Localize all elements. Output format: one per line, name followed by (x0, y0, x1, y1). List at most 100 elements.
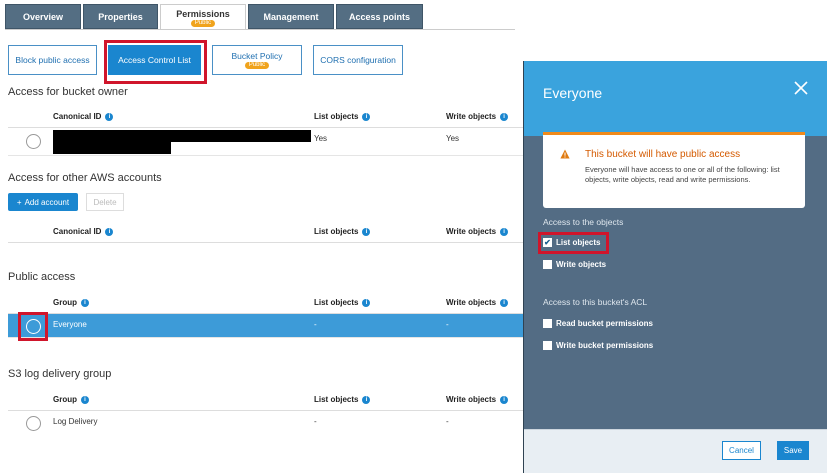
table-row-everyone[interactable]: Everyone - - (8, 314, 523, 338)
col-group: Group i (53, 395, 89, 404)
col-write-objects: Write objects i (446, 112, 509, 121)
group-name: Log Delivery (53, 417, 98, 426)
row-radio[interactable] (26, 319, 41, 334)
table-row[interactable]: Yes Yes (8, 128, 523, 156)
owner-table-header: Canonical ID i List objects i Write object… (8, 106, 523, 128)
col-canonical-id: Canonical ID i (53, 112, 114, 121)
owner-section-title: Access for bucket owner (8, 86, 128, 98)
public-access-alert: This bucket will have public access Ever… (543, 135, 805, 208)
public-badge: Public (244, 62, 270, 69)
block-public-access-button[interactable]: Block public access (8, 45, 97, 75)
redacted-id (53, 130, 311, 142)
info-icon[interactable]: i (362, 395, 371, 404)
acl-access-label: Access to this bucket's ACL (543, 297, 648, 307)
log-delivery-title: S3 log delivery group (8, 368, 112, 380)
info-icon[interactable]: i (362, 298, 371, 307)
col-write-objects: Write objects i (446, 227, 509, 236)
write-objects-value: Yes (446, 134, 460, 143)
col-list-objects: List objects i (314, 298, 371, 307)
add-account-label: Add account (24, 197, 70, 207)
checkbox[interactable] (543, 260, 552, 269)
tab-management[interactable]: Management (248, 4, 334, 29)
list-objects-value: - (314, 320, 317, 329)
row-radio[interactable] (26, 416, 41, 431)
panel-footer: Cancel Save (524, 429, 827, 473)
col-list-objects: List objects i (314, 227, 371, 236)
list-objects-checkbox-row[interactable]: ✔ List objects (543, 238, 600, 247)
subtab-label: CORS configuration (320, 55, 396, 65)
tab-access-points[interactable]: Access points (336, 4, 423, 29)
checkbox[interactable] (543, 319, 552, 328)
add-account-button[interactable]: + Add account (8, 193, 78, 211)
list-objects-label: List objects (556, 238, 601, 247)
delete-button[interactable]: Delete (86, 193, 124, 211)
row-radio[interactable] (26, 134, 41, 149)
info-icon[interactable]: i (362, 227, 371, 236)
public-access-title: Public access (8, 271, 76, 283)
tab-label: Management (263, 11, 319, 22)
col-write-objects: Write objects i (446, 395, 509, 404)
tab-label: Permissions (176, 8, 230, 19)
info-icon[interactable]: i (500, 298, 509, 307)
read-permissions-checkbox-row[interactable]: Read bucket permissions (543, 319, 653, 328)
tab-divider (5, 29, 515, 30)
col-group: Group i (53, 298, 89, 307)
list-objects-value: - (314, 417, 317, 426)
info-icon[interactable]: i (500, 227, 509, 236)
write-objects-label: Write objects (556, 260, 607, 269)
access-control-list-button[interactable]: Access Control List (108, 45, 201, 75)
plus-icon: + (16, 197, 22, 207)
save-label: Save (783, 446, 803, 455)
col-canonical-id: Canonical ID i (53, 227, 114, 236)
tab-label: Overview (22, 11, 64, 22)
write-objects-checkbox-row[interactable]: Write objects (543, 260, 606, 269)
top-tabs: Overview Properties Permissions Public Ma… (5, 4, 423, 30)
tab-label: Access points (348, 11, 411, 22)
subtab-label: Access Control List (118, 55, 191, 65)
bucket-policy-button[interactable]: Bucket Policy Public (212, 45, 302, 75)
public-table-header: Group i List objects i Write objects i (8, 292, 523, 314)
cancel-button[interactable]: Cancel (722, 441, 761, 460)
close-icon[interactable] (794, 81, 808, 95)
info-icon[interactable]: i (105, 112, 114, 121)
everyone-panel: Everyone This bucket will have public ac… (523, 61, 827, 473)
list-objects-value: Yes (314, 134, 328, 143)
col-list-objects: List objects i (314, 395, 371, 404)
info-icon[interactable]: i (105, 227, 114, 236)
redacted-id (53, 142, 171, 154)
info-icon[interactable]: i (500, 112, 509, 121)
accounts-table-header: Canonical ID i List objects i Write object… (8, 221, 523, 243)
cors-configuration-button[interactable]: CORS configuration (313, 45, 403, 75)
tab-permissions[interactable]: Permissions Public (160, 4, 246, 30)
delete-label: Delete (93, 197, 117, 207)
write-permissions-label: Write bucket permissions (556, 341, 654, 350)
info-icon[interactable]: i (500, 395, 509, 404)
log-table-header: Group i List objects i Write objects i (8, 389, 523, 411)
check-icon[interactable]: ✔ (543, 238, 552, 247)
checkbox[interactable] (543, 341, 552, 350)
panel-header: Everyone (524, 61, 827, 136)
info-icon[interactable]: i (81, 395, 89, 404)
table-row-log-delivery[interactable]: Log Delivery - - (8, 411, 523, 435)
col-write-objects: Write objects i (446, 298, 509, 307)
subtab-label: Bucket Policy (231, 51, 283, 61)
panel-title: Everyone (543, 85, 603, 101)
read-permissions-label: Read bucket permissions (556, 319, 653, 328)
other-accounts-title: Access for other AWS accounts (8, 172, 162, 184)
write-objects-value: - (446, 417, 449, 426)
tab-overview[interactable]: Overview (5, 4, 81, 29)
info-icon[interactable]: i (362, 112, 371, 121)
alert-body: Everyone will have access to one or all … (585, 165, 780, 184)
tab-properties[interactable]: Properties (83, 4, 158, 29)
tab-label: Properties (98, 11, 143, 22)
objects-access-label: Access to the objects (543, 217, 624, 227)
save-button[interactable]: Save (777, 441, 809, 460)
info-icon[interactable]: i (81, 298, 89, 307)
group-name: Everyone (53, 320, 87, 329)
public-badge: Public (190, 19, 216, 27)
warning-icon (560, 149, 570, 159)
write-permissions-checkbox-row[interactable]: Write bucket permissions (543, 341, 653, 350)
subtab-label: Block public access (15, 55, 90, 65)
col-list-objects: List objects i (314, 112, 371, 121)
alert-title: This bucket will have public access (585, 149, 741, 160)
